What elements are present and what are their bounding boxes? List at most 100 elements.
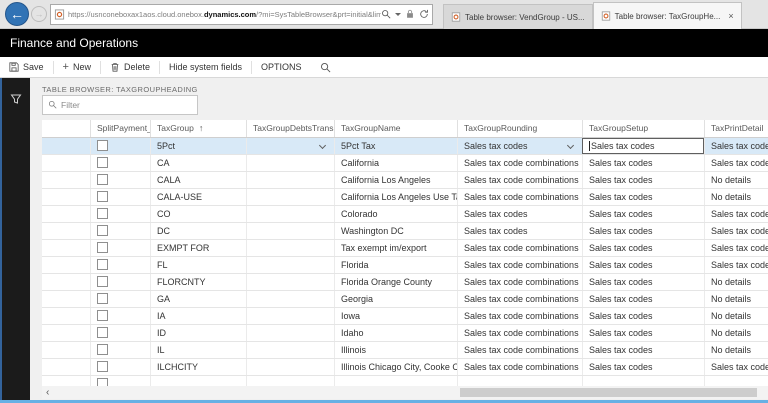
taxgroupname-cell[interactable]: Idaho — [334, 325, 457, 341]
setup-cell[interactable]: Sales tax codes — [582, 325, 704, 341]
taxgroupname-cell[interactable]: Illinois Chicago City, Cooke Cou... — [334, 359, 457, 375]
filter-funnel-icon[interactable] — [9, 92, 23, 106]
rounding-cell[interactable]: Sales tax code combinations — [457, 240, 582, 256]
splitpayment-cell[interactable] — [90, 359, 150, 375]
taxgroupname-cell[interactable]: Tax exempt im/export — [334, 240, 457, 256]
rounding-cell[interactable]: Sales tax code combinations — [457, 308, 582, 324]
taxgroup-cell[interactable]: CALA-USE — [150, 189, 246, 205]
column-header-TaxPrintDetail[interactable]: TaxPrintDetail — [704, 120, 768, 137]
debtstransit-cell[interactable] — [246, 257, 334, 273]
setup-cell[interactable]: Sales tax codes — [582, 138, 704, 154]
setup-cell[interactable]: Sales tax codes — [582, 223, 704, 239]
taxgroupname-cell[interactable]: Florida — [334, 257, 457, 273]
debtstransit-cell[interactable] — [246, 172, 334, 188]
setup-cell[interactable]: Sales tax codes — [582, 359, 704, 375]
taxgroup-cell[interactable]: CALA — [150, 172, 246, 188]
debtstransit-cell[interactable] — [246, 189, 334, 205]
taxgroup-cell[interactable]: IA — [150, 308, 246, 324]
column-header-TaxGroupSetup[interactable]: TaxGroupSetup — [582, 120, 704, 137]
tab-taxgroupheading[interactable]: Table browser: TaxGroupHe... × — [592, 2, 742, 29]
printdetail-cell[interactable]: Sales tax codes — [704, 206, 768, 222]
splitpayment-cell[interactable] — [90, 308, 150, 324]
empty-cell[interactable] — [150, 376, 246, 386]
column-header-row-selector[interactable] — [42, 120, 90, 137]
printdetail-cell[interactable]: No details — [704, 342, 768, 358]
scroll-left-icon[interactable]: ‹ — [46, 386, 49, 399]
splitpayment-cell[interactable] — [90, 206, 150, 222]
splitpayment-cell[interactable] — [90, 189, 150, 205]
splitpayment-checkbox[interactable] — [97, 191, 108, 202]
rounding-cell[interactable]: Sales tax code combinations — [457, 257, 582, 273]
splitpayment-checkbox[interactable] — [97, 344, 108, 355]
rounding-cell[interactable]: Sales tax code combinations — [457, 189, 582, 205]
printdetail-cell[interactable]: Sales tax codes — [704, 359, 768, 375]
setup-cell[interactable]: Sales tax codes — [582, 189, 704, 205]
splitpayment-checkbox[interactable] — [97, 140, 108, 151]
setup-cell[interactable]: Sales tax codes — [582, 172, 704, 188]
grid-row[interactable]: CA California Sales tax code combinations S… — [42, 155, 768, 172]
printdetail-cell[interactable]: No details — [704, 308, 768, 324]
grid-row[interactable]: DC Washington DC Sales tax codes Sales tax … — [42, 223, 768, 240]
taxgroupname-cell[interactable]: Florida Orange County — [334, 274, 457, 290]
debtstransit-cell[interactable] — [246, 308, 334, 324]
splitpayment-checkbox[interactable] — [97, 293, 108, 304]
rounding-cell[interactable]: Sales tax code combinations — [457, 342, 582, 358]
rounding-cell[interactable]: Sales tax codes — [457, 223, 582, 239]
printdetail-cell[interactable]: No details — [704, 274, 768, 290]
empty-cell[interactable] — [334, 376, 457, 386]
row-selector-cell[interactable] — [42, 359, 90, 375]
printdetail-cell[interactable]: Sales tax codes — [704, 223, 768, 239]
rounding-cell[interactable]: Sales tax codes — [457, 138, 582, 154]
browser-back-button[interactable]: ← — [5, 2, 29, 26]
printdetail-cell[interactable]: Sales tax codes — [704, 257, 768, 273]
splitpayment-checkbox[interactable] — [97, 242, 108, 253]
refresh-icon[interactable] — [419, 6, 429, 24]
splitpayment-cell[interactable] — [90, 257, 150, 273]
row-selector-cell[interactable] — [42, 189, 90, 205]
splitpayment-checkbox[interactable] — [97, 259, 108, 270]
debtstransit-cell[interactable] — [246, 342, 334, 358]
splitpayment-checkbox[interactable] — [97, 174, 108, 185]
taxgroup-cell[interactable]: FLORCNTY — [150, 274, 246, 290]
taxgroupname-cell[interactable]: Illinois — [334, 342, 457, 358]
grid-row[interactable]: CALA-USE California Los Angeles Use Tax Sa… — [42, 189, 768, 206]
row-selector-cell[interactable] — [42, 223, 90, 239]
printdetail-cell[interactable]: No details — [704, 189, 768, 205]
empty-cell[interactable] — [704, 376, 768, 386]
setup-cell[interactable]: Sales tax codes — [582, 206, 704, 222]
row-selector-cell[interactable] — [42, 138, 90, 154]
splitpayment-cell[interactable] — [90, 325, 150, 341]
row-selector-cell[interactable] — [42, 376, 90, 386]
row-selector-cell[interactable] — [42, 240, 90, 256]
row-selector-cell[interactable] — [42, 308, 90, 324]
debtstransit-cell[interactable] — [246, 206, 334, 222]
rounding-cell[interactable]: Sales tax code combinations — [457, 291, 582, 307]
rounding-cell[interactable]: Sales tax code combinations — [457, 155, 582, 171]
splitpayment-cell[interactable] — [90, 172, 150, 188]
splitpayment-checkbox[interactable] — [97, 310, 108, 321]
tab-vendgroup[interactable]: Table browser: VendGroup - US... — [443, 4, 593, 29]
toolbar-search-button[interactable] — [311, 60, 340, 75]
printdetail-cell[interactable]: Sales tax codes — [704, 155, 768, 171]
grid-row-partial[interactable] — [42, 376, 768, 386]
printdetail-cell[interactable]: Sales tax codes — [704, 138, 768, 154]
empty-cell[interactable] — [582, 376, 704, 386]
setup-cell[interactable]: Sales tax codes — [582, 257, 704, 273]
taxgroupname-cell[interactable]: Georgia — [334, 291, 457, 307]
column-header-TaxGroup[interactable]: TaxGroup ↑ — [150, 120, 246, 137]
debtstransit-cell[interactable] — [246, 240, 334, 256]
chevron-down-icon[interactable] — [318, 141, 327, 150]
row-selector-cell[interactable] — [42, 257, 90, 273]
taxgroup-cell[interactable]: 5Pct — [150, 138, 246, 154]
grid-row[interactable]: FL Florida Sales tax code combinations Sale… — [42, 257, 768, 274]
filter-input[interactable] — [61, 100, 181, 110]
row-selector-cell[interactable] — [42, 325, 90, 341]
rounding-cell[interactable]: Sales tax code combinations — [457, 172, 582, 188]
empty-cell[interactable] — [246, 376, 334, 386]
setup-cell[interactable]: Sales tax codes — [582, 155, 704, 171]
row-selector-cell[interactable] — [42, 291, 90, 307]
rounding-cell[interactable]: Sales tax code combinations — [457, 359, 582, 375]
row-selector-cell[interactable] — [42, 155, 90, 171]
taxgroup-cell[interactable]: EXMPT FOR — [150, 240, 246, 256]
debtstransit-cell[interactable] — [246, 291, 334, 307]
